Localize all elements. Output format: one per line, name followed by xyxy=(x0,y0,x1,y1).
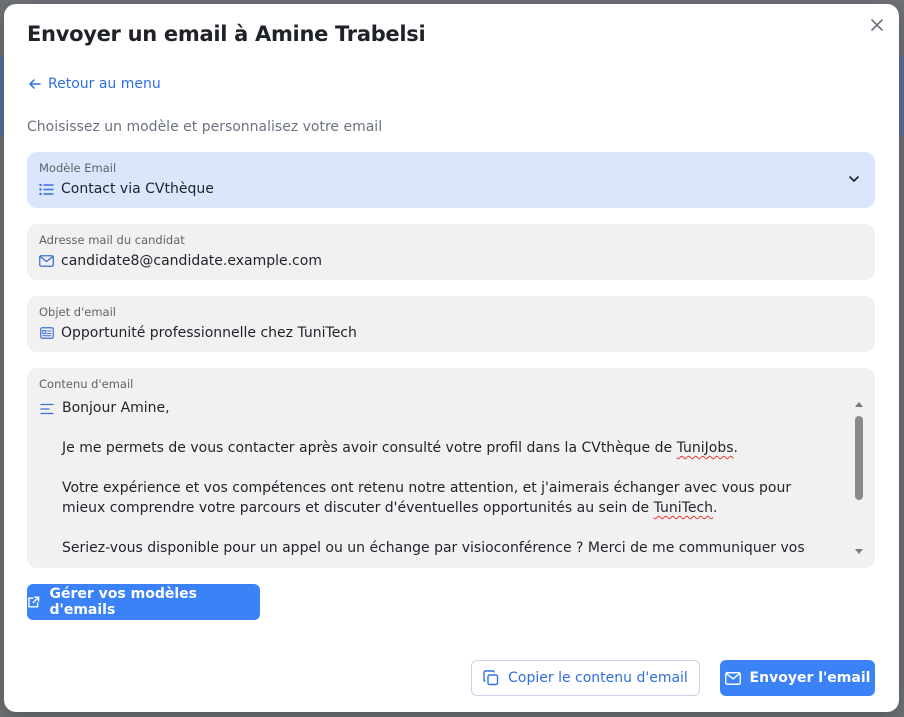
arrow-left-icon xyxy=(29,79,41,89)
email-content-textarea[interactable]: Bonjour Amine, Je me permets de vous con… xyxy=(62,398,832,560)
template-select-value: Contact via CVthèque xyxy=(61,181,214,197)
copy-content-label: Copier le contenu d'email xyxy=(508,670,688,686)
template-select[interactable]: Modèle Email Contact via CVthèque xyxy=(27,152,875,208)
content-scrollbar[interactable] xyxy=(853,402,865,554)
copy-content-button[interactable]: Copier le contenu d'email xyxy=(471,660,700,696)
close-button[interactable] xyxy=(867,15,887,35)
backdrop-strip xyxy=(899,56,904,136)
email-paragraph-1: Je me permets de vous contacter après av… xyxy=(62,440,738,456)
email-subject-label: Objet d'email xyxy=(39,305,116,319)
manage-templates-button[interactable]: Gérer vos modèles d'emails xyxy=(27,584,260,620)
back-to-menu-label: Retour au menu xyxy=(48,76,161,92)
candidate-email-value: candidate8@candidate.example.com xyxy=(61,253,322,269)
email-paragraph-2: Votre expérience et vos compétences ont … xyxy=(62,480,792,516)
email-subject-field[interactable]: Objet d'email Opportunité professionnell… xyxy=(27,296,875,352)
send-email-label: Envoyer l'email xyxy=(749,670,871,686)
copy-icon xyxy=(483,670,499,686)
scroll-down-arrow-icon[interactable] xyxy=(855,549,863,554)
external-link-icon xyxy=(28,596,40,608)
chevron-down-icon xyxy=(849,176,859,182)
align-left-icon xyxy=(39,401,54,416)
manage-templates-label: Gérer vos modèles d'emails xyxy=(49,586,197,618)
email-greeting: Bonjour Amine, xyxy=(62,400,170,416)
send-email-button[interactable]: Envoyer l'email xyxy=(720,660,875,696)
email-subject-value: Opportunité professionnelle chez TuniTec… xyxy=(61,325,357,341)
template-select-label: Modèle Email xyxy=(39,161,117,175)
modal-title: Envoyer un email à Amine Trabelsi xyxy=(27,22,426,46)
candidate-email-label: Adresse mail du candidat xyxy=(39,233,185,247)
email-paragraph-3: Seriez-vous disponible pour un appel ou … xyxy=(62,540,805,556)
candidate-email-field[interactable]: Adresse mail du candidat candidate8@cand… xyxy=(27,224,875,280)
close-icon xyxy=(871,19,883,31)
mail-icon xyxy=(39,254,54,269)
list-icon xyxy=(39,182,54,197)
email-content-field[interactable]: Contenu d'email Bonjour Amine, Je me per… xyxy=(27,368,875,568)
scroll-up-arrow-icon[interactable] xyxy=(855,402,863,407)
modal-subtitle: Choisissez un modèle et personnalisez vo… xyxy=(27,119,383,135)
back-to-menu-link[interactable]: Retour au menu xyxy=(28,76,161,92)
scroll-thumb[interactable] xyxy=(855,416,863,500)
email-content-label: Contenu d'email xyxy=(39,377,134,391)
send-email-modal: Envoyer un email à Amine Trabelsi Retour… xyxy=(4,4,899,712)
id-card-icon xyxy=(39,326,54,341)
mail-send-icon xyxy=(724,671,741,685)
